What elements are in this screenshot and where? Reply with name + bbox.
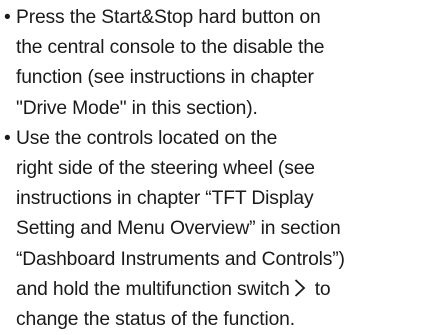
text-line-with-icon: and hold the multifunction switch to (16, 275, 445, 305)
text-fragment: to (314, 278, 331, 300)
document-content: • Press the Start&Stop hard button on th… (4, 3, 445, 335)
instruction-list: • Press the Start&Stop hard button on th… (4, 3, 445, 335)
list-item: • Press the Start&Stop hard button on th… (4, 3, 445, 124)
text-line: change the status of the function. (16, 309, 295, 331)
text-line: right side of the steering wheel (see (16, 158, 315, 180)
text-line: "Drive Mode" in this section). (16, 97, 258, 119)
text-line: Setting and Menu Overview” in section (16, 218, 341, 240)
text-line: instructions in chapter “TFT Display (16, 188, 314, 210)
bullet-symbol: • (4, 127, 11, 149)
text-line: Use the controls located on the (16, 127, 278, 149)
text-fragment: and hold the multifunction switch (16, 278, 290, 300)
text-line: function (see instructions in chapter (16, 67, 314, 89)
text-line: “Dashboard Instruments and Controls”) (16, 248, 345, 270)
bullet-symbol: • (4, 7, 11, 28)
text-line: Press the Start&Stop hard button on (16, 7, 321, 28)
chevron-right-icon (294, 278, 306, 298)
list-item: • Use the controls located on the right … (4, 124, 445, 335)
text-line: the central console to the disable the (16, 37, 325, 59)
